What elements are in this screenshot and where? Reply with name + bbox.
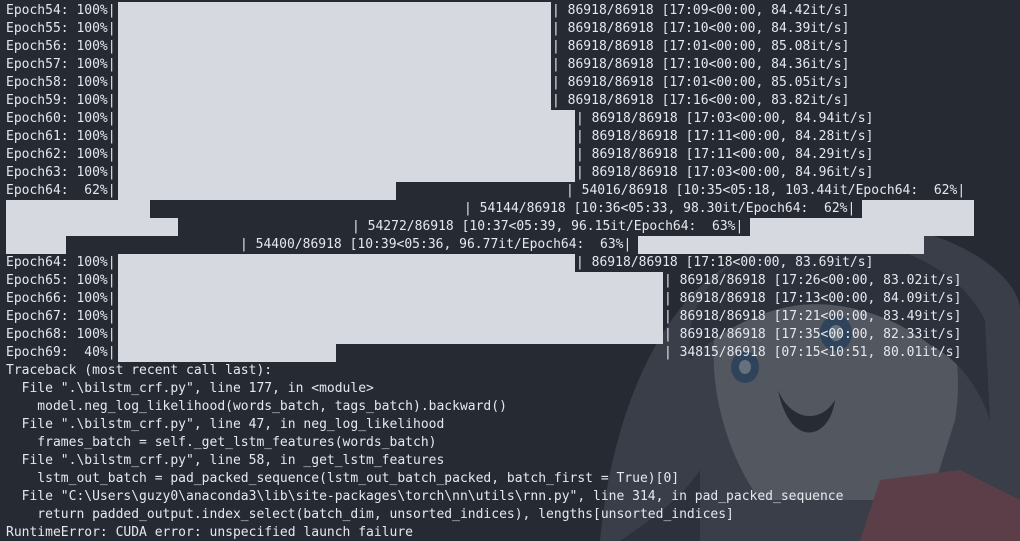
progress-bar-fill [118, 110, 575, 182]
progress-bar-gap [150, 200, 464, 218]
log-line-epoch68-label: Epoch68: 100%| [6, 327, 116, 342]
progress-bar-gap [396, 182, 566, 200]
log-line-epoch55-label: Epoch55: 100%| [6, 21, 116, 36]
epoch54-stats: | 86918/86918 [17:09<00:00, 84.42it/s] [552, 3, 850, 18]
runtime-error-message: RuntimeError: CUDA error: unspecified la… [6, 525, 413, 540]
epoch67-stats: | 86918/86918 [17:21<00:00, 83.49it/s] [664, 309, 962, 324]
log-line-epoch57-label: Epoch57: 100%| [6, 57, 116, 72]
log-line-epoch62-label: Epoch62: 100%| [6, 147, 116, 162]
epoch56-stats: | 86918/86918 [17:01<00:00, 85.08it/s] [552, 39, 850, 54]
epoch68-stats: | 86918/86918 [17:35<00:00, 82.33it/s] [664, 327, 962, 342]
traceback-line: File "C:\Users\guzy0\anaconda3\lib\site-… [6, 489, 844, 504]
progress-bar-fill [118, 2, 551, 110]
log-line-epoch60-label: Epoch60: 100%| [6, 111, 116, 126]
progress-bar-fill [638, 236, 924, 254]
epoch64-partial-stats-3: | 54272/86918 [10:37<05:39, 96.15it/Epoc… [352, 219, 744, 234]
traceback-line: File ".\bilstm_crf.py", line 58, in _get… [6, 453, 445, 468]
log-line-epoch61-label: Epoch61: 100%| [6, 129, 116, 144]
terminal-window[interactable]: Epoch54: 100%| Epoch55: 100%| Epoch56: 1… [0, 0, 1020, 541]
epoch64-partial-stats-4: | 54400/86918 [10:39<05:36, 96.77it/Epoc… [240, 237, 632, 252]
progress-bar-fill [750, 218, 974, 236]
progress-bar-fill [118, 272, 663, 344]
log-line-epoch64-partial-label: Epoch64: 62%| [6, 183, 116, 198]
progress-bar-gap [178, 218, 352, 236]
epoch57-stats: | 86918/86918 [17:10<00:00, 84.36it/s] [552, 57, 850, 72]
epoch58-stats: | 86918/86918 [17:01<00:00, 85.05it/s] [552, 75, 850, 90]
epoch63-stats: | 86918/86918 [17:03<00:00, 84.96it/s] [576, 165, 874, 180]
log-line-epoch56-label: Epoch56: 100%| [6, 39, 116, 54]
progress-bar-gap [66, 236, 240, 254]
progress-bar-fill-epoch69 [118, 344, 336, 362]
log-line-epoch65-label: Epoch65: 100%| [6, 273, 116, 288]
traceback-line: return padded_output.index_select(batch_… [6, 507, 734, 522]
log-line-epoch54-label: Epoch54: 100%| [6, 3, 116, 18]
epoch64-stats: | 86918/86918 [17:18<00:00, 83.69it/s] [576, 255, 874, 270]
epoch64-partial-stats-2: | 54144/86918 [10:36<05:33, 98.30it/Epoc… [464, 201, 856, 216]
log-line-epoch63-label: Epoch63: 100%| [6, 165, 116, 180]
log-line-epoch64-label: Epoch64: 100%| [6, 255, 116, 270]
traceback-line: model.neg_log_likelihood(words_batch, ta… [6, 399, 507, 414]
log-line-epoch67-label: Epoch67: 100%| [6, 309, 116, 324]
epoch66-stats: | 86918/86918 [17:13<00:00, 84.09it/s] [664, 291, 962, 306]
epoch60-stats: | 86918/86918 [17:03<00:00, 84.94it/s] [576, 111, 874, 126]
traceback-line: File ".\bilstm_crf.py", line 47, in neg_… [6, 417, 445, 432]
log-line-epoch59-label: Epoch59: 100%| [6, 93, 116, 108]
epoch69-stats: | 34815/86918 [07:15<10:51, 80.01it/s] [664, 345, 962, 360]
epoch62-stats: | 86918/86918 [17:11<00:00, 84.29it/s] [576, 147, 874, 162]
log-line-epoch66-label: Epoch66: 100%| [6, 291, 116, 306]
epoch55-stats: | 86918/86918 [17:10<00:00, 84.39it/s] [552, 21, 850, 36]
epoch64-partial-stats-1: | 54016/86918 [10:35<05:18, 103.44it/Epo… [566, 183, 966, 198]
traceback-line: File ".\bilstm_crf.py", line 177, in <mo… [6, 381, 374, 396]
log-line-epoch69-label: Epoch69: 40%| [6, 345, 116, 360]
progress-bar-fill [862, 200, 974, 218]
traceback-header: Traceback (most recent call last): [6, 363, 273, 378]
epoch61-stats: | 86918/86918 [17:11<00:00, 84.28it/s] [576, 129, 874, 144]
traceback-line: frames_batch = self._get_lstm_features(w… [6, 435, 437, 450]
progress-bar-fill [118, 254, 575, 272]
traceback-line: lstm_out_batch = pad_packed_sequence(lst… [6, 471, 680, 486]
epoch65-stats: | 86918/86918 [17:26<00:00, 83.02it/s] [664, 273, 962, 288]
log-line-epoch58-label: Epoch58: 100%| [6, 75, 116, 90]
epoch59-stats: | 86918/86918 [17:16<00:00, 83.82it/s] [552, 93, 850, 108]
